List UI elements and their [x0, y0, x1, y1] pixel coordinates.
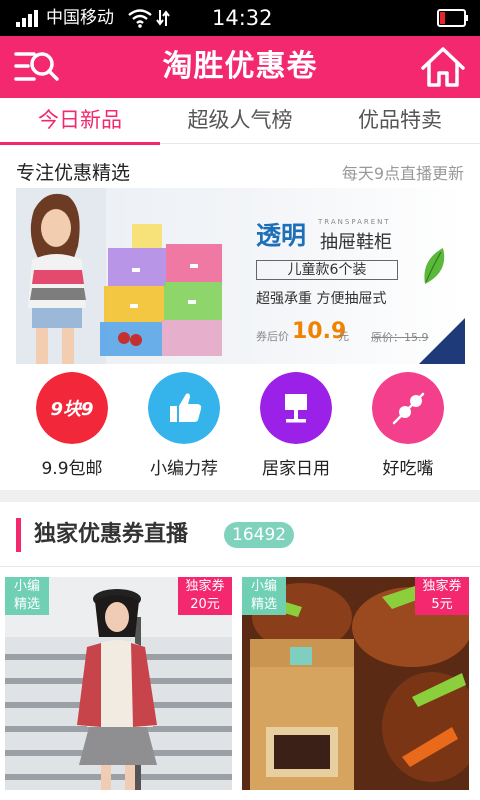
- tab-bar: 今日新品 超级人气榜 优品特卖: [0, 98, 480, 144]
- tab-special-sale[interactable]: 优品特卖: [320, 98, 480, 144]
- banner-model-image: [16, 188, 106, 364]
- editor-pick-tag-line2: 精选: [250, 597, 277, 612]
- menu-search-icon[interactable]: [14, 49, 60, 85]
- banner-title-en: TRANSPARENT: [318, 218, 391, 226]
- mobile-data-icon: [156, 10, 170, 26]
- home-icon[interactable]: [420, 46, 466, 88]
- live-section-title: 独家优惠券直播: [34, 522, 189, 547]
- product-card[interactable]: 小编 精选 独家券 20元: [5, 577, 232, 790]
- editor-pick-tag-line1: 小编: [250, 579, 277, 594]
- live-section-marker: [16, 518, 21, 552]
- status-bar: 中国移动 14:32: [0, 0, 480, 36]
- featured-banner[interactable]: 透明 TRANSPARENT 抽屉鞋柜 儿童款6个装 超强承重 方便抽屉式 券后…: [16, 188, 465, 364]
- category-label: 9.9包邮: [41, 459, 103, 479]
- tab-today-new[interactable]: 今日新品: [0, 98, 160, 144]
- featured-subtitle: 每天9点直播更新: [341, 164, 464, 183]
- editor-pick-tag: 小编 精选: [242, 577, 286, 615]
- banner-description: 超强承重 方便抽屉式: [256, 291, 387, 307]
- banner-tag: 儿童款6个装: [256, 260, 398, 280]
- wifi-icon: [128, 9, 152, 28]
- nine-nine-icon-text: 9块9: [50, 399, 93, 420]
- tab-popular[interactable]: 超级人气榜: [160, 98, 320, 144]
- category-home-goods[interactable]: 居家日用: [236, 372, 356, 482]
- coupon-tag-value: 5元: [431, 597, 453, 612]
- thumbs-up-icon: [148, 372, 220, 444]
- coupon-tag-line1: 独家券: [185, 579, 225, 594]
- banner-price-label: 券后价: [256, 330, 289, 343]
- nine-nine-icon: 9块9: [36, 372, 108, 444]
- signal-icon: [16, 9, 42, 27]
- banner-corner-decoration: [419, 318, 465, 364]
- banner-price-unit: 元: [338, 330, 349, 343]
- banner-shoe-drawer-image: [100, 224, 222, 356]
- app-title: 淘胜优惠卷: [162, 49, 318, 84]
- live-count-badge: 16492: [224, 522, 295, 548]
- section-divider: [0, 490, 480, 502]
- category-editor-picks[interactable]: 小编力荐: [124, 372, 244, 482]
- carrier-name: 中国移动: [46, 8, 114, 28]
- product-card[interactable]: 小编 精选 独家券 5元: [242, 577, 469, 790]
- editor-pick-tag-line1: 小编: [13, 579, 40, 594]
- editor-pick-tag: 小编 精选: [5, 577, 49, 615]
- coupon-tag-line1: 独家券: [422, 579, 462, 594]
- banner-title-main: 抽屉鞋柜: [320, 232, 392, 253]
- live-section-separator: [0, 566, 480, 567]
- tab-active-indicator: [0, 142, 160, 145]
- banner-title-big: 透明: [256, 221, 307, 250]
- lamp-icon: [260, 372, 332, 444]
- battery-icon: [437, 9, 468, 27]
- category-label: 好吃嘴: [382, 459, 434, 479]
- category-nine-nine[interactable]: 9块9 9.9包邮: [12, 372, 132, 482]
- category-label: 小编力荐: [150, 459, 218, 479]
- category-label: 居家日用: [262, 459, 330, 479]
- leaf-icon: [424, 248, 445, 284]
- editor-pick-tag-line2: 精选: [13, 597, 40, 612]
- category-snacks[interactable]: 好吃嘴: [348, 372, 468, 482]
- skewer-icon: [372, 372, 444, 444]
- coupon-tag-value: 20元: [190, 597, 220, 612]
- coupon-tag: 独家券 20元: [178, 577, 232, 615]
- coupon-tag: 独家券 5元: [415, 577, 469, 615]
- app-header: 淘胜优惠卷: [0, 36, 480, 98]
- clock: 14:32: [212, 6, 273, 30]
- featured-title: 专注优惠精选: [16, 162, 131, 184]
